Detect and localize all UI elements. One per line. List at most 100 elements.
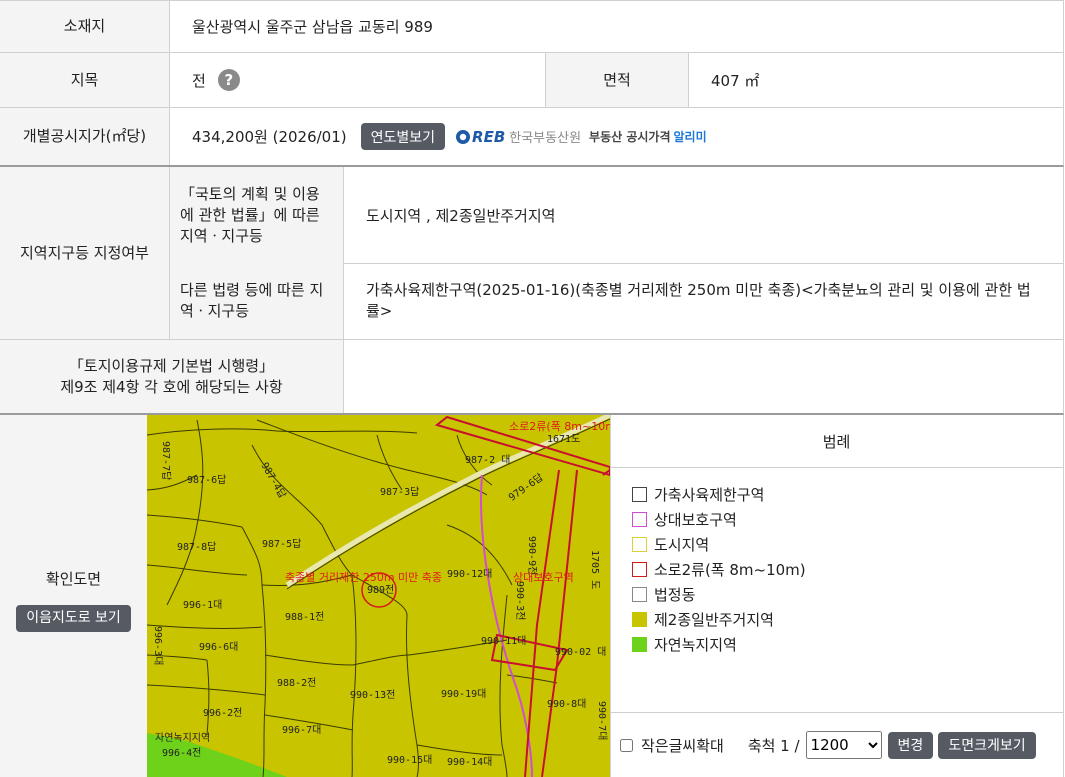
svg-text:987-8답: 987-8답: [177, 541, 216, 553]
zoning-block: 지역지구등 지정여부 「국토의 계획 및 이용에 관한 법률」에 따른 지역ㆍ지…: [0, 167, 1064, 340]
enlarge-map-button[interactable]: 도면크게보기: [938, 731, 1036, 759]
category-cell: 전 ?: [170, 53, 546, 107]
zoning-label: 지역지구등 지정여부: [0, 167, 170, 339]
parcel-map-drawing: 987-6답 987-3답 987-5답 987-8답 987-4답 987-2…: [147, 415, 610, 777]
land-info-table: 소재지 울산광역시 울주군 삼남읍 교동리 989 지목 전 ? 면적 407 …: [0, 0, 1065, 777]
svg-text:990-14대: 990-14대: [447, 756, 492, 768]
svg-text:990-7대: 990-7대: [596, 701, 608, 740]
legend-label: 소로2류(폭 8m~10m): [654, 561, 806, 579]
svg-text:987-7답: 987-7답: [160, 441, 172, 480]
legend-label: 도시지역: [654, 536, 710, 554]
scale-label: 축척 1 /: [747, 736, 800, 755]
svg-text:990-8대: 990-8대: [547, 698, 586, 710]
svg-text:987-5답: 987-5답: [262, 538, 301, 550]
category-label: 지목: [0, 53, 170, 107]
national-law-label: 「국토의 계획 및 이용에 관한 법률」에 따른 지역ㆍ지구등: [170, 167, 344, 263]
legend-label: 제2종일반주거지역: [654, 611, 774, 629]
open-map-button[interactable]: 이음지도로 보기: [16, 604, 131, 632]
svg-text:996-7대: 996-7대: [282, 724, 321, 736]
svg-text:996-3대: 996-3대: [152, 626, 164, 665]
change-scale-button[interactable]: 변경: [887, 731, 934, 759]
map-row: 확인도면 이음지도로 보기 987-6답 987-3답 987-5답 987-8…: [0, 415, 1064, 777]
reb-logo-icon: [456, 129, 471, 144]
price-label: 개별공시지가(㎡당): [0, 108, 170, 165]
legend-swatch: [632, 512, 647, 527]
price-row: 개별공시지가(㎡당) 434,200원 (2026/01) 연도별보기 REB …: [0, 108, 1064, 167]
map-red-label-3: 소로2류(폭 8m~10m): [509, 420, 610, 433]
legend-item: 제2종일반주거지역: [632, 607, 1063, 632]
regulation-row: 「토지이용규제 기본법 시행령」 제9조 제4항 각 호에 해당되는 사항: [0, 340, 1064, 415]
reb-logo-text: REB: [472, 127, 506, 146]
svg-text:1705 도: 1705 도: [589, 550, 600, 589]
location-value: 울산광역시 울주군 삼남읍 교동리 989: [192, 18, 433, 36]
map-controls: 작은글씨확대 축척 1 / 1200 변경 도면크게보기: [610, 712, 1063, 777]
location-label: 소재지: [0, 1, 170, 52]
area-value: 407 ㎡: [711, 71, 760, 90]
reb-org: 한국부동산원: [509, 131, 582, 146]
price-cell: 434,200원 (2026/01) 연도별보기 REB 한국부동산원 부동산 …: [170, 108, 1063, 165]
legend-label: 가축사육제한구역: [654, 486, 765, 504]
legend-swatch: [632, 562, 647, 577]
legend-swatch: [632, 587, 647, 602]
reb-service: 부동산 공시가격: [589, 130, 671, 144]
map-green-label: 자연녹지지역: [155, 732, 210, 744]
legend-item: 법정동: [632, 582, 1063, 607]
legend-item: 상대보호구역: [632, 507, 1063, 532]
svg-text:996-6대: 996-6대: [199, 641, 238, 653]
svg-text:990-9전: 990-9전: [526, 536, 538, 575]
legend-label: 법정동: [654, 586, 696, 604]
svg-text:988-2전: 988-2전: [277, 677, 316, 689]
legend-swatch: [632, 537, 647, 552]
svg-text:987-2 대: 987-2 대: [465, 454, 510, 466]
map-red-label-2: 상대보호구역: [513, 571, 574, 584]
svg-text:990-13전: 990-13전: [350, 689, 395, 701]
other-law-label: 다른 법령 등에 따른 지역ㆍ지구등: [170, 263, 344, 339]
regulation-label-line2: 제9조 제4항 각 호에 해당되는 사항: [60, 377, 283, 396]
legend-swatch: [632, 637, 647, 652]
legend-label: 상대보호구역: [654, 511, 737, 529]
small-text-label: 작은글씨확대: [641, 736, 724, 755]
map-label-cell: 확인도면 이음지도로 보기: [0, 415, 147, 777]
svg-text:990-11대: 990-11대: [481, 635, 526, 647]
location-row: 소재지 울산광역시 울주군 삼남읍 교동리 989: [0, 0, 1064, 53]
other-law-value: 가축사육제한구역(2025-01-16)(축종별 거리제한 250m 미만 축종…: [366, 281, 1031, 320]
svg-text:990-19대: 990-19대: [441, 688, 486, 700]
svg-text:996-1대: 996-1대: [183, 599, 222, 611]
regulation-label-line1: 「토지이용규제 기본법 시행령」: [68, 356, 275, 375]
legend-panel: 범례 가축사육제한구역상대보호구역도시지역소로2류(폭 8m~10m) 법정동제2…: [610, 415, 1063, 777]
regulation-value: [344, 340, 1063, 413]
scale-select[interactable]: 1200: [805, 731, 882, 759]
year-view-button[interactable]: 연도별보기: [360, 123, 446, 150]
small-text-toggle[interactable]: 작은글씨확대: [620, 735, 724, 756]
svg-text:988-1전: 988-1전: [285, 611, 324, 623]
svg-text:989전: 989전: [367, 584, 394, 596]
legend-item: 자연녹지지역: [632, 632, 1063, 657]
legend-swatch: [632, 487, 647, 502]
map-red-label-1: 축종별 거리제한 250m 미만 축종: [285, 571, 442, 584]
legend-swatch: [632, 612, 647, 627]
reb-link[interactable]: REB 한국부동산원 부동산 공시가격 알리미: [455, 127, 707, 146]
svg-text:996-4전: 996-4전: [162, 747, 201, 759]
regulation-label: 「토지이용규제 기본법 시행령」 제9조 제4항 각 호에 해당되는 사항: [0, 340, 344, 413]
legend-item: 소로2류(폭 8m~10m): [632, 557, 1063, 582]
land-row: 지목 전 ? 면적 407 ㎡: [0, 53, 1064, 108]
small-text-checkbox[interactable]: [620, 738, 633, 752]
price-value: 434,200원 (2026/01): [192, 128, 347, 146]
svg-text:987-6답: 987-6답: [187, 474, 226, 486]
svg-text:987-3답: 987-3답: [380, 486, 419, 498]
legend-divider: [610, 415, 611, 777]
svg-text:1671도: 1671도: [547, 434, 580, 445]
svg-text:996-2전: 996-2전: [203, 707, 242, 719]
svg-text:990-15대: 990-15대: [387, 754, 432, 766]
svg-text:990-3전: 990-3전: [514, 581, 526, 620]
parcel-map[interactable]: 987-6답 987-3답 987-5답 987-8답 987-4답 987-2…: [147, 415, 610, 777]
legend-title: 범례: [610, 415, 1063, 468]
legend-list: 가축사육제한구역상대보호구역도시지역소로2류(폭 8m~10m) 법정동제2종일반…: [610, 468, 1063, 657]
reb-alimi: 알리미: [673, 130, 707, 144]
legend-item: 가축사육제한구역: [632, 482, 1063, 507]
help-icon[interactable]: ?: [217, 69, 240, 91]
svg-text:990-02 대: 990-02 대: [555, 646, 606, 658]
legend-item: 도시지역: [632, 532, 1063, 557]
svg-text:990-12대: 990-12대: [447, 568, 492, 580]
map-label: 확인도면: [45, 569, 102, 588]
